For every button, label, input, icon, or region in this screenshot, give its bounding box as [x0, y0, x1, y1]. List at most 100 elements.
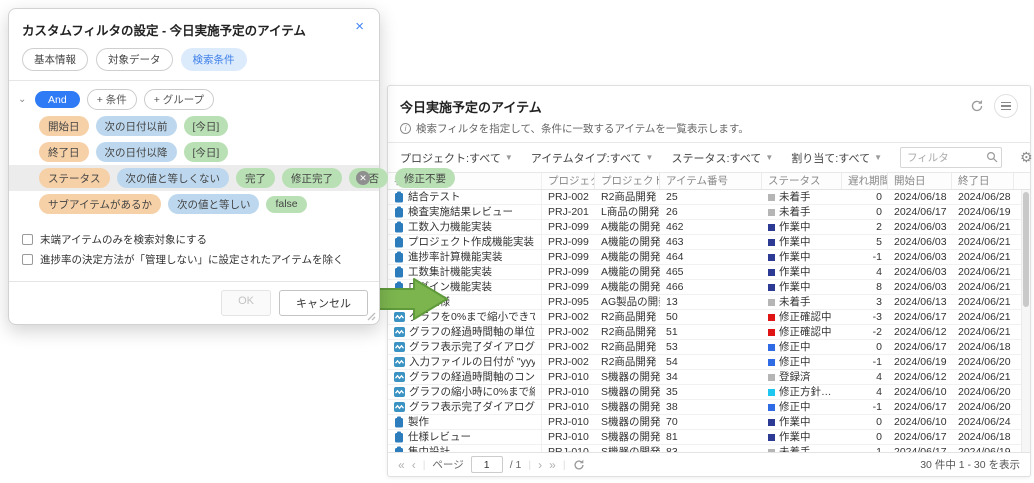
condition-operator-chip[interactable]: 次の日付以降 [96, 142, 177, 162]
file-icon [394, 446, 404, 452]
checkbox[interactable] [22, 254, 33, 265]
table-row[interactable]: グラフを0%まで縮小できてしまう。 PRJ-002 R2商品開発 50 修正確認… [388, 310, 1021, 325]
table-row[interactable]: 外部仕様 PRJ-095 AG製品の開発 13 未着手 3 2024/06/13… [388, 295, 1021, 310]
chevron-collapse-icon[interactable]: ⌄ [18, 94, 28, 105]
reload-icon[interactable] [573, 459, 585, 471]
cell-project-name: R2商品開発 [595, 355, 660, 369]
column-header[interactable]: プロジェクト名 [595, 173, 660, 189]
filter-dropdown[interactable]: 割り当て:すべて ▼ [791, 150, 882, 166]
dialog-tab[interactable]: 対象データ [96, 48, 173, 71]
table-row[interactable]: 工数入力機能実装 PRJ-099 A機能の開発 462 作業中 2 2024/0… [388, 220, 1021, 235]
table-row[interactable]: グラフの縮小時に0%まで縮小できてしまう問題 PRJ-010 S機器の開発 35… [388, 385, 1021, 400]
scrollbar-thumb[interactable] [1023, 192, 1029, 307]
table-row[interactable]: 入力ファイルの日付が "yyyy/m/d" 形式で表… PRJ-002 R2商品… [388, 355, 1021, 370]
cell-start-date: 2024/06/19 [888, 355, 952, 369]
cell-delay: -3 [842, 310, 888, 324]
result-summary: 30 件中 1 - 30 を表示 [920, 457, 1020, 472]
column-header[interactable]: ステータス [762, 173, 842, 189]
resize-grip-icon[interactable] [367, 312, 376, 321]
cell-project-id: PRJ-002 [542, 190, 595, 204]
next-page-icon[interactable]: › [538, 459, 542, 471]
cell-start-date: 2024/06/17 [888, 340, 952, 354]
column-header[interactable]: プロジェクト… [542, 173, 595, 189]
chevron-down-icon: ▼ [646, 153, 654, 162]
menu-icon[interactable] [994, 94, 1018, 118]
table-row[interactable]: グラフの経過時間軸のコンテキストメニューに… PRJ-010 S機器の開発 34… [388, 370, 1021, 385]
cell-end-date: 2024/06/20 [952, 355, 1014, 369]
cancel-button[interactable]: キャンセル [279, 290, 368, 316]
cell-end-date: 2024/06/19 [952, 205, 1014, 219]
condition-field-chip[interactable]: 開始日 [39, 116, 89, 136]
filter-dropdown[interactable]: プロジェクト:すべて ▼ [400, 150, 513, 166]
logic-operator-button[interactable]: And [35, 91, 80, 108]
condition-value-chip[interactable]: [今日] [184, 142, 229, 162]
condition-field-chip[interactable]: サブアイテムがあるか [39, 194, 161, 214]
table-row[interactable]: 結合テスト PRJ-002 R2商品開発 25 未着手 0 2024/06/18… [388, 190, 1021, 205]
last-page-icon[interactable]: » [549, 459, 556, 471]
cell-status-text: 未着手 [779, 445, 811, 452]
condition-value-chip[interactable]: 完了 [236, 168, 275, 188]
table-row[interactable]: グラフ表示完了ダイアログにエラーアイコンが… PRJ-002 R2商品開発 53… [388, 340, 1021, 355]
column-header[interactable]: 終了日 [952, 173, 1014, 189]
add-group-button[interactable]: + グループ [144, 89, 214, 110]
condition-row[interactable]: ステータス 次の値と等しくない 完了修正完了拒否修正不要 ✕ [9, 165, 379, 191]
cell-delay: 3 [842, 295, 888, 309]
first-page-icon[interactable]: « [398, 459, 405, 471]
condition-operator-chip[interactable]: 次の値と等しくない [117, 168, 230, 188]
add-condition-button[interactable]: + 条件 [87, 89, 137, 110]
close-icon[interactable]: × [353, 20, 366, 34]
table-row[interactable]: グラフ表示完了ダイアログにエラーアイコンが… PRJ-010 S機器の開発 38… [388, 400, 1021, 415]
table-row[interactable]: 仕様レビュー PRJ-010 S機器の開発 81 作業中 0 2024/06/1… [388, 430, 1021, 445]
table-row[interactable]: 検査実施結果レビュー PRJ-201 L商品の開発 26 未着手 0 2024/… [388, 205, 1021, 220]
table-row[interactable]: 進捗率計算機能実装 PRJ-099 A機能の開発 464 作業中 -1 2024… [388, 250, 1021, 265]
condition-field-chip[interactable]: 終了日 [39, 142, 89, 162]
panel-title: 今日実施予定のアイテム [400, 97, 970, 116]
gear-icon[interactable]: ⚙ [1020, 149, 1033, 166]
condition-operator-chip[interactable]: 次の日付以前 [96, 116, 177, 136]
condition-row[interactable]: サブアイテムがあるか 次の値と等しい false ✕ [9, 191, 379, 217]
cell-start-date: 2024/06/03 [888, 235, 952, 249]
vertical-scrollbar[interactable] [1021, 190, 1030, 452]
file-icon [394, 206, 404, 218]
filter-dropdown[interactable]: アイテムタイプ:すべて ▼ [531, 150, 654, 166]
condition-operator-chip[interactable]: 次の値と等しい [168, 194, 260, 214]
condition-row[interactable]: 終了日 次の日付以降 [今日] ✕ [9, 139, 379, 165]
table-row[interactable]: 集中設計 PRJ-010 S機器の開発 83 未着手 1 2024/06/17 … [388, 445, 1021, 452]
filter-dropdown[interactable]: ステータス:すべて ▼ [671, 150, 773, 166]
cell-delay: 0 [842, 205, 888, 219]
cell-item-number: 51 [660, 325, 762, 339]
column-header[interactable]: 遅れ期間 [842, 173, 888, 189]
cell-start-date: 2024/06/17 [888, 430, 952, 444]
bug-icon [394, 372, 405, 382]
status-square [768, 299, 775, 306]
table-row[interactable]: 工数集計機能実装 PRJ-099 A機能の開発 465 作業中 4 2024/0… [388, 265, 1021, 280]
status-square [768, 404, 775, 411]
condition-value-chip[interactable]: 修正不要 [395, 168, 455, 188]
prev-page-icon[interactable]: ‹ [412, 459, 416, 471]
condition-value-chip[interactable]: false [266, 196, 306, 213]
file-icon [394, 431, 404, 443]
dialog-tab[interactable]: 基本情報 [22, 48, 88, 71]
page-input[interactable] [471, 456, 503, 473]
cell-status-text: 修正中 [779, 355, 811, 369]
remove-condition-icon[interactable]: ✕ [356, 171, 370, 185]
table-row[interactable]: 製作 PRJ-010 S機器の開発 70 作業中 0 2024/06/10 20… [388, 415, 1021, 430]
condition-field-chip[interactable]: ステータス [39, 168, 110, 188]
cell-start-date: 2024/06/12 [888, 370, 952, 384]
checkbox[interactable] [22, 234, 33, 245]
table-row[interactable]: グラフの経過時間軸の単位に数値を設定すると… PRJ-002 R2商品開発 51… [388, 325, 1021, 340]
condition-row[interactable]: 開始日 次の日付以前 [今日] ✕ [9, 113, 379, 139]
column-header[interactable]: 開始日 [888, 173, 952, 189]
condition-value-chip[interactable]: 修正完了 [282, 168, 342, 188]
condition-value-chip[interactable]: [今日] [184, 116, 229, 136]
cell-name-text: グラフの縮小時に0%まで縮小できてしまう問題 [409, 385, 535, 399]
refresh-icon[interactable] [970, 99, 984, 113]
status-square [768, 209, 775, 216]
cell-item-number: 465 [660, 265, 762, 279]
ok-button[interactable]: OK [221, 290, 271, 316]
status-square [768, 314, 775, 321]
column-header[interactable]: アイテム番号 [660, 173, 762, 189]
table-row[interactable]: ログイン機能実装 PRJ-099 A機能の開発 466 作業中 8 2024/0… [388, 280, 1021, 295]
dialog-tab[interactable]: 検索条件 [181, 48, 247, 71]
table-row[interactable]: プロジェクト作成機能実装 PRJ-099 A機能の開発 463 作業中 5 20… [388, 235, 1021, 250]
